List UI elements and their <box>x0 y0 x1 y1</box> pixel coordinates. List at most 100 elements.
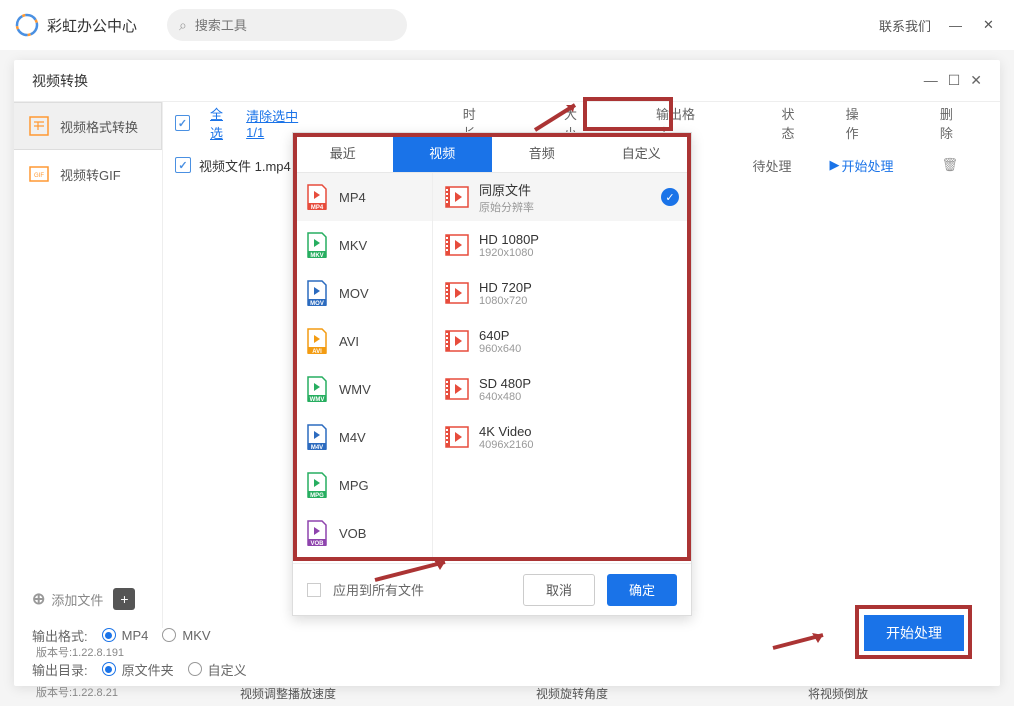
output-format-row: 输出格式: MP4 MKV <box>14 618 1000 652</box>
svg-text:VOB: VOB <box>310 541 324 547</box>
plus-icon: ⊕ <box>32 589 45 609</box>
svg-text:MOV: MOV <box>310 301 324 307</box>
svg-text:WMV: WMV <box>310 397 325 403</box>
play-icon <box>445 186 469 208</box>
select-all-checkbox[interactable]: ✓ <box>175 115 190 131</box>
radio-mp4[interactable] <box>102 628 116 642</box>
resolution-title: SD 480P <box>479 376 679 391</box>
format-tab-custom[interactable]: 自定义 <box>592 133 692 172</box>
file-icon: VOB <box>305 519 329 547</box>
format-item-mpg[interactable]: MPG MPG <box>293 461 432 509</box>
file-icon: AVI <box>305 327 329 355</box>
add-file-button[interactable]: ⊕ 添加文件 <box>32 589 103 609</box>
sidebar-item-video-gif[interactable]: GIF 视频转GIF <box>14 150 162 198</box>
format-list: MP4 MP4 MKV MKV MOV MOV AVI AVI WMV W <box>293 173 433 563</box>
resolution-title: 4K Video <box>479 424 679 439</box>
play-icon <box>445 330 469 352</box>
format-footer: 应用到所有文件 取消 确定 <box>293 563 691 615</box>
sidebar-item-label: 视频格式转换 <box>60 117 138 136</box>
radio-original-dir[interactable] <box>102 662 116 676</box>
contact-link[interactable]: 联系我们 <box>879 16 931 35</box>
file-status: 待处理 <box>752 156 791 175</box>
format-body: MP4 MP4 MKV MKV MOV MOV AVI AVI WMV W <box>293 173 691 563</box>
select-all-label[interactable]: 全选 <box>210 104 234 142</box>
top-right-controls: 联系我们 — ✕ <box>879 16 999 35</box>
search-input[interactable] <box>195 18 395 33</box>
modal-maximize-icon[interactable]: ☐ <box>948 72 961 89</box>
resolution-sub: 1080x720 <box>479 295 679 307</box>
play-icon <box>445 234 469 256</box>
file-icon: MKV <box>305 231 329 259</box>
format-item-mp4[interactable]: MP4 MP4 <box>293 173 432 221</box>
file-icon: MPG <box>305 471 329 499</box>
svg-text:MP4: MP4 <box>311 205 324 211</box>
format-tabs: 最近 视频 音频 自定义 <box>293 133 691 173</box>
cancel-button[interactable]: 取消 <box>523 574 595 606</box>
radio-mkv[interactable] <box>162 628 176 642</box>
modal-window-controls: — ☐ ✕ <box>924 72 982 89</box>
modal-minimize-icon[interactable]: — <box>924 72 938 89</box>
minimize-icon[interactable]: — <box>949 18 965 33</box>
ok-button[interactable]: 确定 <box>607 574 677 606</box>
resolution-item-3[interactable]: 640P 960x640 <box>433 317 691 365</box>
sidebar-item-format-convert[interactable]: 视频格式转换 <box>14 102 162 150</box>
col-operation: 操作 <box>846 104 870 142</box>
svg-text:GIF: GIF <box>34 173 44 179</box>
format-item-avi[interactable]: AVI AVI <box>293 317 432 365</box>
resolution-sub: 960x640 <box>479 343 679 355</box>
search-box[interactable]: ⌕ <box>167 9 407 41</box>
resolution-item-5[interactable]: 4K Video 4096x2160 <box>433 413 691 461</box>
resolution-sub: 640x480 <box>479 391 679 403</box>
resolution-item-2[interactable]: HD 720P 1080x720 <box>433 269 691 317</box>
version-label-2: 版本号:1.22.8.21 <box>36 684 118 700</box>
logo-area: 彩虹办公中心 <box>15 13 137 37</box>
resolution-item-0[interactable]: 同原文件 原始分辨率 ✓ <box>433 173 691 221</box>
format-item-mkv[interactable]: MKV MKV <box>293 221 432 269</box>
version-label-1: 版本号:1.22.8.191 <box>36 644 124 660</box>
format-tab-audio[interactable]: 音频 <box>492 133 592 172</box>
format-label: MOV <box>339 286 369 301</box>
format-tab-video[interactable]: 视频 <box>393 133 493 172</box>
resolution-title: HD 1080P <box>479 232 679 247</box>
close-icon[interactable]: ✕ <box>983 17 999 33</box>
feature-rotate: 视频旋转角度 <box>536 685 608 702</box>
resolution-sub: 原始分辨率 <box>479 199 651 215</box>
svg-text:M4V: M4V <box>311 445 323 451</box>
play-icon <box>445 282 469 304</box>
file-start-link[interactable]: ▶ 开始处理 <box>829 156 893 175</box>
format-tab-recent[interactable]: 最近 <box>293 133 393 172</box>
resolution-item-1[interactable]: HD 1080P 1920x1080 <box>433 221 691 269</box>
search-icon: ⌕ <box>179 17 187 34</box>
feature-reverse: 将视频倒放 <box>808 685 868 702</box>
feature-row: 视频调整播放速度 视频旋转角度 将视频倒放 <box>240 685 868 702</box>
format-item-vob[interactable]: VOB VOB <box>293 509 432 557</box>
custom-dir-label: 自定义 <box>208 660 247 679</box>
modal-close-icon[interactable]: ✕ <box>970 72 982 89</box>
output-dir-row: 输出目录: 原文件夹 自定义 <box>14 652 1000 686</box>
feature-speed: 视频调整播放速度 <box>240 685 336 702</box>
file-checkbox[interactable]: ✓ <box>175 157 191 173</box>
modal-title: 视频转换 <box>32 71 88 91</box>
sidebar-item-label: 视频转GIF <box>60 165 121 184</box>
file-name: 视频文件 1.mp4 <box>199 156 291 175</box>
format-item-m4v[interactable]: M4V M4V <box>293 413 432 461</box>
selected-check-icon: ✓ <box>661 188 679 206</box>
modal-titlebar: 视频转换 — ☐ ✕ <box>14 60 1000 102</box>
format-label: M4V <box>339 430 366 445</box>
original-dir-label: 原文件夹 <box>122 660 174 679</box>
col-delete: 删除 <box>940 104 964 142</box>
resolution-item-4[interactable]: SD 480P 640x480 <box>433 365 691 413</box>
logo-icon <box>15 13 39 37</box>
apply-all-checkbox[interactable] <box>307 583 321 597</box>
start-processing-button[interactable]: 开始处理 <box>864 615 964 651</box>
format-label: MPG <box>339 478 369 493</box>
radio-custom-dir[interactable] <box>188 662 202 676</box>
play-icon <box>445 426 469 448</box>
format-item-mov[interactable]: MOV MOV <box>293 269 432 317</box>
format-item-wmv[interactable]: WMV WMV <box>293 365 432 413</box>
mkv-label: MKV <box>182 628 210 643</box>
upload-button[interactable]: + <box>113 588 135 610</box>
file-delete-icon[interactable]: 🗑 <box>941 157 958 173</box>
svg-text:AVI: AVI <box>312 349 322 355</box>
format-label: VOB <box>339 526 366 541</box>
